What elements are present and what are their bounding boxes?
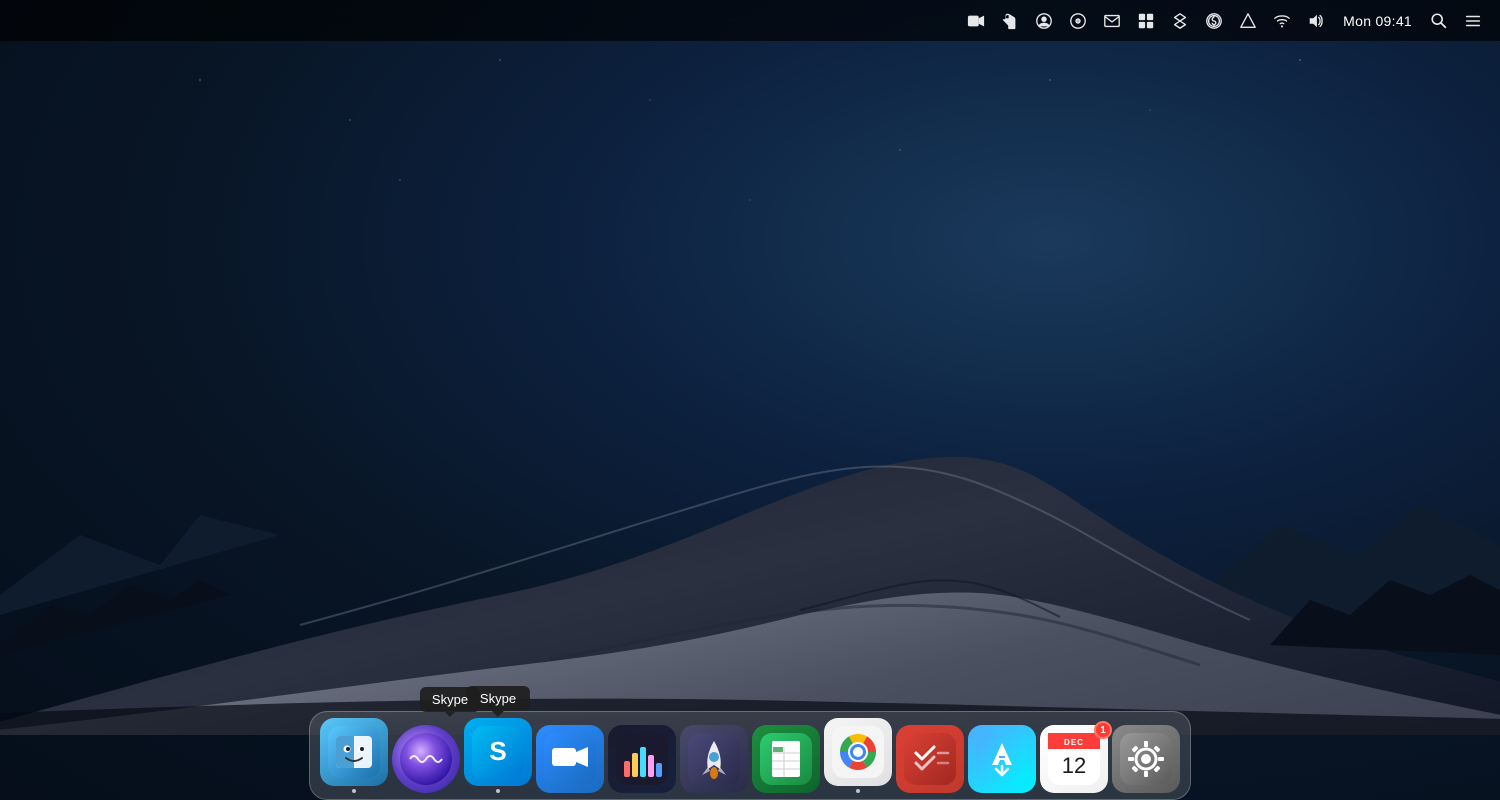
dock-item-chrome[interactable] [824,718,892,793]
dune-wallpaper [0,215,1500,735]
svg-text:S: S [489,736,506,766]
chrome-dot [856,789,860,793]
finder-dot [352,789,356,793]
fantastical-icon[interactable] [1131,10,1161,32]
dock-item-siri[interactable] [392,725,460,793]
dock-item-zoom[interactable] [536,725,604,793]
appstore-app-icon [968,725,1036,793]
rocket-app-icon [680,725,748,793]
dock-item-calendar[interactable]: DEC 12 1 [1040,725,1108,793]
calendar-app-icon: DEC 12 1 [1040,725,1108,793]
dock: Skype S [309,711,1191,800]
evernote-icon[interactable] [995,10,1025,32]
svg-text:12: 12 [1062,753,1086,778]
dock-item-sheets[interactable] [752,725,820,793]
dock-item-finder[interactable] [320,718,388,793]
menubar: Mon 09:41 [0,0,1500,41]
cardhop-icon[interactable] [1029,10,1059,32]
gmail-icon[interactable] [1097,10,1127,32]
skype-menubar-icon[interactable] [1199,10,1229,32]
dock-item-skype[interactable]: Skype S [464,718,532,793]
syspref-app-icon [1112,725,1180,793]
dock-item-todoist[interactable] [896,725,964,793]
wifi-icon[interactable] [1267,10,1297,32]
googledrive-icon[interactable] [1233,10,1263,32]
svg-text:DEC: DEC [1064,738,1084,747]
notificationcenter-icon[interactable] [1458,10,1488,32]
siri-app-icon [392,725,460,793]
totals-app-icon [608,725,676,793]
spotlight-icon[interactable] [1424,10,1454,32]
dock-item-appstore[interactable] [968,725,1036,793]
todoist-app-icon [896,725,964,793]
desktop: Mon 09:41 Skype [0,0,1500,800]
zoom-app-icon [536,725,604,793]
calendar-badge: 1 [1094,721,1112,739]
dock-item-syspref[interactable] [1112,725,1180,793]
facetime-icon[interactable] [961,10,991,32]
dock-item-totals[interactable] [608,725,676,793]
menubar-time: Mon 09:41 [1335,13,1420,29]
skype-dock-tooltip: Skype [466,686,530,711]
volume-icon[interactable] [1301,10,1331,32]
dock-item-rocket[interactable] [680,725,748,793]
skype-app-icon: S [464,718,532,786]
dropbox-icon[interactable] [1165,10,1195,32]
finder-app-icon [320,718,388,786]
sheets-app-icon [752,725,820,793]
skype-dot [496,789,500,793]
menubar-icons: Mon 09:41 [961,10,1488,32]
lastpass-icon[interactable] [1063,10,1093,32]
dock-container: Skype [309,711,1191,800]
chrome-app-icon [824,718,892,786]
